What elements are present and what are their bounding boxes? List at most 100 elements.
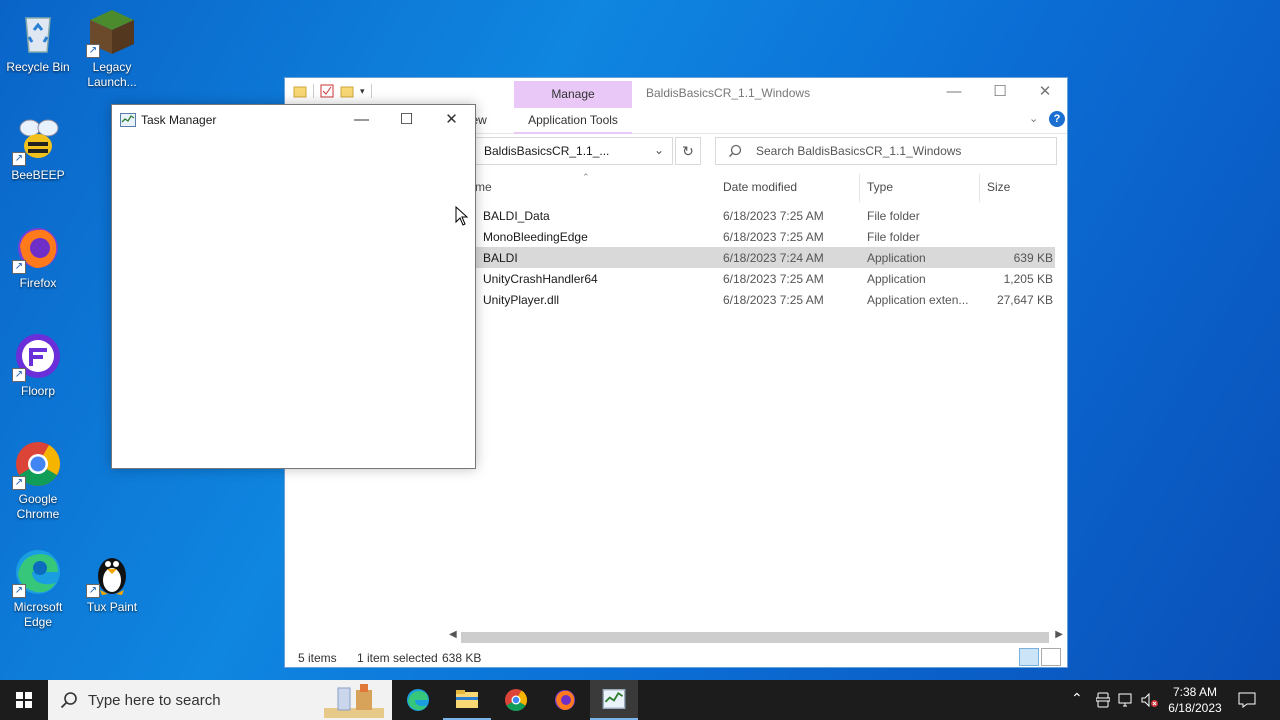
file-row[interactable]: BALDI_Data 6/18/2023 7:25 AM File folder [475, 205, 1055, 226]
show-hidden-icons-chevron-icon[interactable]: ⌃ [1071, 690, 1083, 707]
close-button[interactable]: ✕ [429, 105, 474, 135]
taskbar-firefox[interactable] [541, 680, 589, 720]
file-date: 6/18/2023 7:25 AM [723, 272, 824, 286]
file-row[interactable]: MonoBleedingEdge 6/18/2023 7:25 AM File … [475, 226, 1055, 247]
taskbar-edge[interactable] [394, 680, 442, 720]
desktop-icon-label: Tux Paint [86, 600, 138, 614]
file-date: 6/18/2023 7:24 AM [723, 251, 824, 265]
scroll-left-icon[interactable]: ◀ [449, 629, 457, 640]
firefox-icon: ↗ [12, 224, 62, 274]
shortcut-arrow-icon: ↗ [12, 152, 26, 166]
taskbar-task-manager[interactable] [590, 680, 638, 720]
edge-icon: ↗ [12, 548, 62, 598]
file-size: 639 KB [1013, 251, 1053, 265]
selected-count: 1 item selected [357, 651, 438, 665]
desktop-icon-label: Recycle Bin [6, 60, 70, 74]
file-type: Application [867, 251, 926, 265]
desktop-icon-legacy-launcher[interactable]: ↗ Legacy Launch... [74, 8, 150, 90]
file-row[interactable]: UnityCrashHandler64 6/18/2023 7:25 AM Ap… [475, 268, 1055, 289]
taskbar-clock[interactable]: 7:38 AM 6/18/2023 [1160, 684, 1230, 716]
refresh-button[interactable]: ↻ [675, 137, 701, 165]
folder-icon[interactable] [293, 84, 307, 98]
file-name: MonoBleedingEdge [483, 230, 588, 244]
clock-date: 6/18/2023 [1168, 701, 1222, 715]
start-button[interactable] [0, 680, 48, 720]
shortcut-arrow-icon: ↗ [12, 368, 26, 382]
desktop-icon-label: Floorp [20, 384, 55, 398]
chrome-icon [505, 689, 527, 711]
desktop-icon-label: Microsoft Edge [13, 600, 63, 629]
maximize-button[interactable]: ☐ [384, 105, 429, 135]
file-size: 27,647 KB [996, 293, 1053, 307]
taskbar-file-explorer[interactable] [443, 680, 491, 720]
chevron-down-icon[interactable]: ⌄ [654, 143, 664, 157]
item-count: 5 items [298, 651, 337, 665]
task-manager-icon [120, 113, 136, 127]
tab-manage[interactable]: Manage [514, 81, 632, 108]
clock-time: 7:38 AM [1172, 685, 1218, 699]
horizontal-scrollbar[interactable]: ◀ ▶ [445, 629, 1067, 645]
file-name: BALDI_Data [483, 209, 550, 223]
scrollbar-thumb[interactable] [461, 632, 1049, 643]
file-date: 6/18/2023 7:25 AM [723, 293, 824, 307]
tablet-mode-icon[interactable] [1096, 692, 1110, 708]
desktop-icon-label: BeeBEEP [11, 168, 65, 182]
desktop-icon-label: Firefox [19, 276, 57, 290]
desktop-icon-label: Google Chrome [16, 492, 60, 521]
taskbar-chrome[interactable] [492, 680, 540, 720]
minecraft-block-icon: ↗ [86, 8, 136, 58]
desktop-icon-edge[interactable]: ↗ Microsoft Edge [0, 548, 76, 630]
status-bar: 5 items 1 item selected 638 KB [285, 648, 1067, 668]
desktop-icon-recycle-bin[interactable]: Recycle Bin [0, 8, 76, 75]
floorp-icon: ↗ [12, 332, 62, 382]
file-row-selected[interactable]: BALDI 6/18/2023 7:24 AM Application 639 … [475, 247, 1055, 268]
desktop-icon-chrome[interactable]: ↗ Google Chrome [0, 440, 76, 522]
file-type: File folder [867, 209, 920, 223]
task-manager-window[interactable]: Task Manager — ☐ ✕ [111, 104, 476, 469]
desktop-icon-firefox[interactable]: ↗ Firefox [0, 224, 76, 291]
ribbon-expand-icon[interactable]: ⌄ [1029, 112, 1038, 125]
search-input[interactable]: Search BaldisBasicsCR_1.1_Windows [715, 137, 1057, 165]
scroll-right-icon[interactable]: ▶ [1055, 629, 1063, 640]
desktop-icon-floorp[interactable]: ↗ Floorp [0, 332, 76, 399]
notification-center-icon[interactable] [1238, 691, 1256, 709]
file-row[interactable]: UnityPlayer.dll 6/18/2023 7:25 AM Applic… [475, 289, 1055, 310]
shortcut-arrow-icon: ↗ [12, 260, 26, 274]
search-icon [729, 144, 742, 157]
quick-access-toolbar: ▾ [293, 84, 372, 98]
minimize-button[interactable]: — [339, 105, 384, 135]
new-folder-icon[interactable] [340, 84, 354, 98]
recycle-bin-icon [14, 8, 62, 56]
maximize-button[interactable]: ☐ [977, 78, 1023, 108]
folder-icon [456, 690, 478, 708]
volume-muted-icon[interactable] [1141, 692, 1159, 708]
details-view-icon[interactable] [1019, 648, 1039, 666]
network-icon[interactable] [1118, 692, 1134, 708]
file-type: Application [867, 272, 926, 286]
column-header-date-modified[interactable]: Date modified [723, 180, 797, 194]
help-icon[interactable]: ? [1049, 111, 1065, 127]
tux-penguin-icon: ↗ [86, 548, 136, 598]
task-manager-icon [602, 689, 626, 709]
search-highlight-art-icon [324, 684, 384, 718]
desktop-icon-beebeep[interactable]: ↗ BeeBEEP [0, 116, 76, 183]
file-size: 1,205 KB [1003, 272, 1053, 286]
minimize-button[interactable]: — [931, 78, 977, 108]
column-header-type[interactable]: Type [867, 180, 893, 194]
large-icons-view-icon[interactable] [1041, 648, 1061, 666]
tab-application-tools[interactable]: Application Tools [514, 113, 632, 134]
shortcut-arrow-icon: ↗ [86, 584, 100, 598]
file-name: BALDI [483, 251, 518, 265]
customize-toolbar-icon[interactable]: ▾ [360, 86, 365, 97]
properties-icon[interactable] [320, 84, 334, 98]
address-path: BaldisBasicsCR_1.1_... [484, 144, 610, 158]
taskbar: Type here to search ⌃ 7:38 AM 6/18/2023 [0, 680, 1280, 720]
shortcut-arrow-icon: ↗ [86, 44, 100, 58]
edge-icon [407, 689, 429, 711]
close-button[interactable]: ✕ [1022, 78, 1068, 108]
desktop-icon-tux-paint[interactable]: ↗ Tux Paint [74, 548, 150, 615]
column-header-name[interactable]: me [475, 180, 492, 194]
address-bar[interactable]: BaldisBasicsCR_1.1_... ⌄ [475, 137, 673, 165]
column-header-size[interactable]: Size [987, 180, 1010, 194]
taskbar-search-box[interactable]: Type here to search [48, 680, 392, 720]
